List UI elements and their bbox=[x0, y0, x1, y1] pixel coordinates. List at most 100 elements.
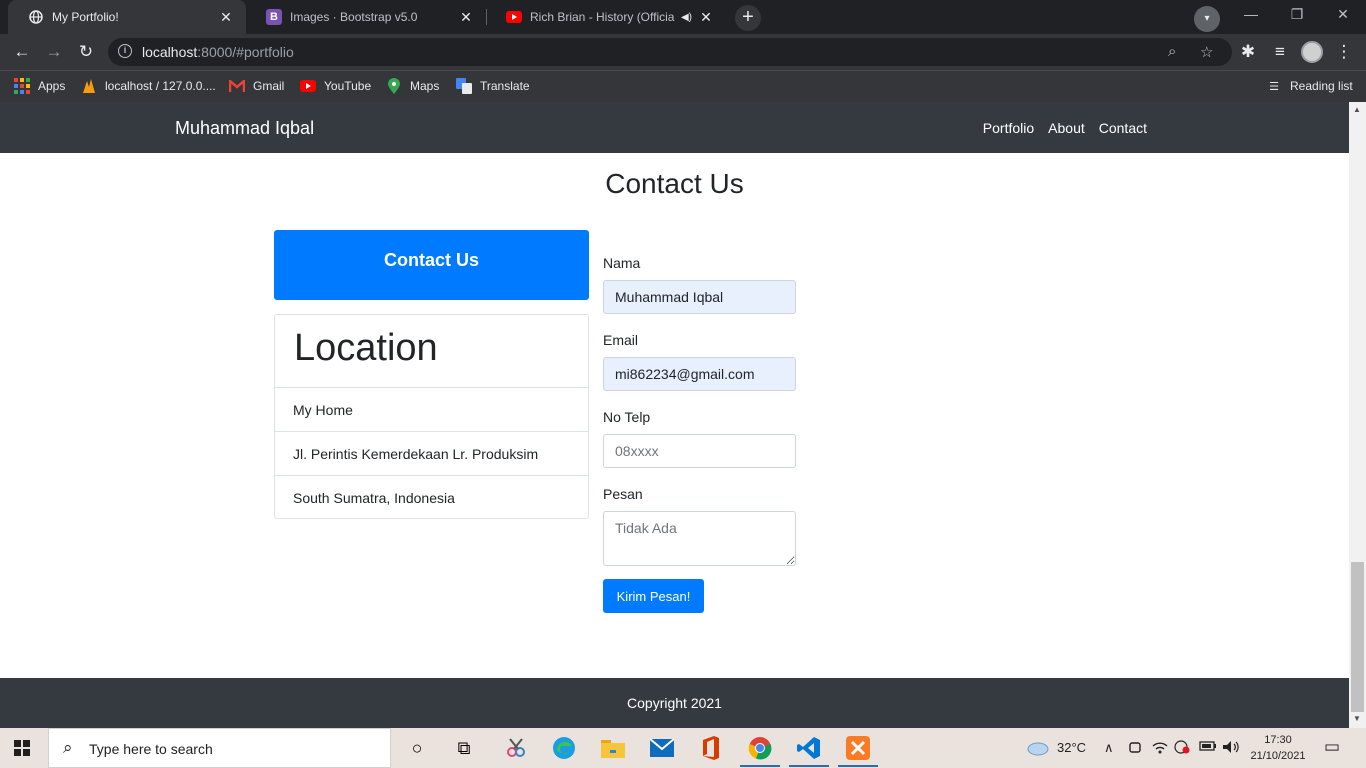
close-tab-icon[interactable]: ✕ bbox=[698, 9, 714, 26]
profile-avatar[interactable] bbox=[1301, 41, 1323, 63]
back-icon[interactable]: ← bbox=[10, 40, 34, 64]
bookmark-translate[interactable]: Translate bbox=[456, 78, 530, 94]
location-item: Jl. Perintis Kemerdekaan Lr. Produksim bbox=[275, 432, 588, 476]
gmail-icon bbox=[229, 78, 245, 94]
message-field[interactable] bbox=[603, 511, 796, 566]
windows-start-icon[interactable] bbox=[14, 740, 30, 756]
media-control-icon[interactable]: ≡ bbox=[1268, 40, 1292, 64]
bookmarks-bar: Apps localhost / 127.0.0.... Gmail YouTu… bbox=[0, 70, 1366, 102]
youtube-icon bbox=[300, 78, 316, 94]
location-title: Location bbox=[275, 315, 588, 388]
battery-icon[interactable] bbox=[1199, 740, 1217, 755]
chrome-icon[interactable] bbox=[746, 734, 774, 762]
site-info-icon[interactable]: i bbox=[118, 44, 132, 58]
reading-list-button[interactable]: ☰ Reading list bbox=[1266, 78, 1353, 94]
email-field[interactable] bbox=[603, 357, 796, 391]
system-clock[interactable]: 17:30 21/10/2021 bbox=[1248, 732, 1308, 764]
xampp-icon[interactable] bbox=[844, 734, 872, 762]
tab-youtube-rich-brian[interactable]: Rich Brian - History (Official ◀) ✕ bbox=[486, 0, 726, 34]
bookmark-youtube[interactable]: YouTube bbox=[300, 78, 371, 94]
bookmark-apps[interactable]: Apps bbox=[14, 78, 65, 94]
globe-icon bbox=[28, 9, 44, 25]
youtube-icon bbox=[506, 9, 522, 25]
temperature[interactable]: 32°C bbox=[1057, 740, 1086, 755]
close-window-icon[interactable]: ✕ bbox=[1320, 6, 1366, 23]
new-tab-button[interactable]: + bbox=[735, 5, 761, 31]
tab-title: Rich Brian - History (Official bbox=[530, 10, 675, 24]
email-label: Email bbox=[603, 332, 639, 348]
office-icon[interactable] bbox=[697, 734, 725, 762]
tab-title: Images · Bootstrap v5.0 bbox=[290, 10, 418, 24]
search-placeholder: Type here to search bbox=[89, 741, 213, 757]
vscode-icon[interactable] bbox=[795, 734, 823, 762]
reload-icon[interactable]: ↻ bbox=[74, 40, 98, 64]
clock-time: 17:30 bbox=[1264, 734, 1292, 746]
network-warning-icon[interactable] bbox=[1174, 740, 1190, 757]
volume-icon[interactable] bbox=[1222, 740, 1240, 757]
mail-icon[interactable] bbox=[648, 734, 676, 762]
scroll-thumb[interactable] bbox=[1351, 562, 1364, 712]
bookmark-gmail[interactable]: Gmail bbox=[229, 78, 284, 94]
snipping-tool-icon[interactable] bbox=[502, 734, 530, 762]
nav-link-about[interactable]: About bbox=[1048, 120, 1085, 136]
close-tab-icon[interactable]: ✕ bbox=[218, 9, 234, 26]
maps-pin-icon bbox=[386, 78, 402, 94]
phone-field[interactable] bbox=[603, 434, 796, 468]
url-host: localhost bbox=[142, 44, 198, 60]
forward-icon[interactable]: → bbox=[42, 40, 66, 64]
close-tab-icon[interactable]: ✕ bbox=[458, 9, 474, 26]
bookmark-maps[interactable]: Maps bbox=[386, 78, 439, 94]
browser-toolbar: ← → ↻ i localhost:8000/#portfolio ⌕ ☆ ✱ … bbox=[0, 34, 1366, 70]
tab-bootstrap-images[interactable]: B Images · Bootstrap v5.0 ✕ bbox=[246, 0, 486, 34]
url-text: localhost:8000/#portfolio bbox=[142, 44, 294, 60]
bookmark-star-icon[interactable]: ☆ bbox=[1200, 43, 1213, 61]
submit-button[interactable]: Kirim Pesan! bbox=[603, 579, 704, 613]
taskbar-search-box[interactable]: ⌕ Type here to search bbox=[48, 728, 391, 768]
speaker-icon[interactable]: ◀) bbox=[681, 12, 692, 23]
restore-icon[interactable]: ❐ bbox=[1274, 6, 1320, 23]
nav-link-contact[interactable]: Contact bbox=[1099, 120, 1147, 136]
location-card: Location My Home Jl. Perintis Kemerdekaa… bbox=[274, 314, 589, 519]
address-bar[interactable]: i localhost:8000/#portfolio ⌕ ☆ bbox=[108, 38, 1232, 66]
weather-icon[interactable] bbox=[1026, 738, 1050, 759]
bookmark-label: Translate bbox=[480, 79, 530, 93]
translate-icon bbox=[456, 78, 472, 94]
notification-center-icon[interactable]: ▭ bbox=[1324, 737, 1340, 757]
zoom-icon[interactable]: ⌕ bbox=[1168, 43, 1176, 60]
browser-tab-strip: My Portfolio! ✕ B Images · Bootstrap v5.… bbox=[0, 0, 1366, 34]
nav-links: Portfolio About Contact bbox=[983, 120, 1147, 136]
task-view-icon[interactable]: ⧉ bbox=[450, 734, 478, 762]
extensions-icon[interactable]: ✱ bbox=[1236, 40, 1260, 64]
site-brand[interactable]: Muhammad Iqbal bbox=[175, 118, 314, 139]
site-navbar: Muhammad Iqbal Portfolio About Contact bbox=[0, 102, 1349, 153]
name-label: Nama bbox=[603, 255, 641, 271]
message-label: Pesan bbox=[603, 486, 643, 502]
search-icon: ⌕ bbox=[63, 738, 73, 757]
nav-link-portfolio[interactable]: Portfolio bbox=[983, 120, 1034, 136]
phpmyadmin-icon bbox=[81, 78, 97, 94]
apps-grid-icon bbox=[14, 78, 30, 94]
wifi-icon[interactable] bbox=[1152, 740, 1168, 757]
show-hidden-icons-chevron[interactable]: ∧ bbox=[1104, 740, 1114, 756]
file-explorer-icon[interactable] bbox=[599, 734, 627, 762]
contact-jumbotron: Contact Us bbox=[274, 230, 589, 300]
location-item: My Home bbox=[275, 388, 588, 432]
bookmark-label: Maps bbox=[410, 79, 440, 93]
edge-icon[interactable] bbox=[550, 734, 578, 762]
tab-title: My Portfolio! bbox=[52, 10, 119, 24]
bookmark-localhost[interactable]: localhost / 127.0.0.... bbox=[81, 78, 216, 94]
url-path: :8000/#portfolio bbox=[197, 44, 294, 60]
chrome-menu-icon[interactable]: ⋮ bbox=[1332, 40, 1356, 64]
scroll-down-icon[interactable]: ▼ bbox=[1353, 714, 1361, 723]
cortana-icon[interactable]: ○ bbox=[403, 734, 431, 762]
section-title: Contact Us bbox=[605, 168, 744, 199]
reading-list-icon: ☰ bbox=[1269, 80, 1279, 93]
tab-search-button[interactable]: ▾ bbox=[1194, 6, 1220, 32]
scroll-up-icon[interactable]: ▲ bbox=[1353, 105, 1361, 114]
tab-my-portfolio[interactable]: My Portfolio! ✕ bbox=[8, 0, 246, 34]
site-footer: Copyright 2021 bbox=[0, 678, 1349, 728]
meet-now-icon[interactable] bbox=[1128, 740, 1142, 757]
page-scrollbar[interactable]: ▲ ▼ bbox=[1349, 102, 1366, 728]
minimize-icon[interactable]: — bbox=[1228, 6, 1274, 22]
name-field[interactable] bbox=[603, 280, 796, 314]
